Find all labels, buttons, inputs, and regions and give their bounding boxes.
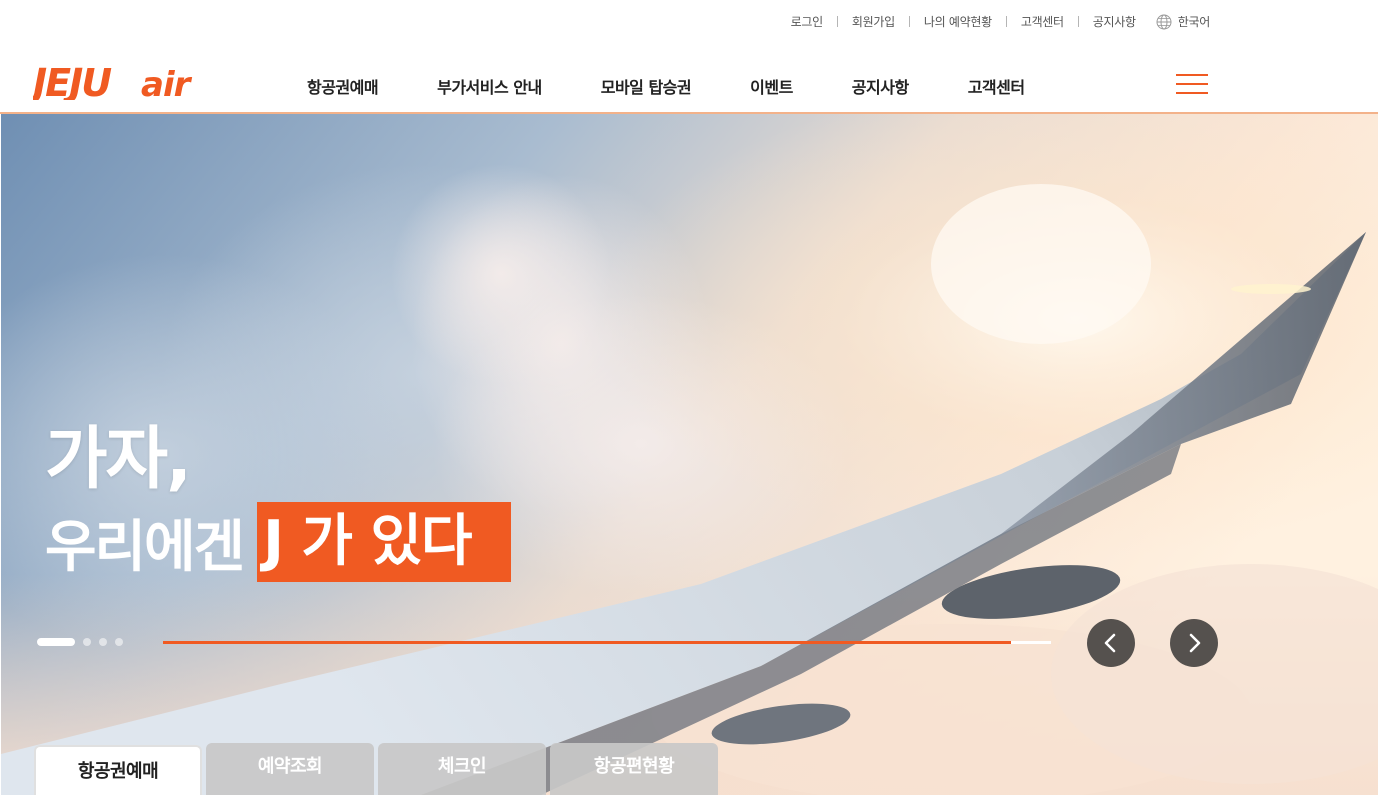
tab-flight-status[interactable]: 항공편현황 (550, 743, 718, 795)
divider (908, 16, 910, 27)
hamburger-line (1176, 83, 1208, 85)
language-selector[interactable]: 한국어 (1156, 13, 1210, 30)
notice-link-label: 공지사항 (1092, 15, 1136, 29)
gnb-menu: 항공권예매 부가서비스 안내 모바일 탑승권 이벤트 공지사항 고객센터 (307, 74, 1084, 98)
signup-link-label: 회원가입 (851, 15, 895, 29)
hero-headline-line2: 우리에겐 J 가 있다 (45, 502, 512, 582)
svg-text:JEJU: JEJU (33, 64, 112, 100)
slider-progress-fill (163, 641, 1012, 644)
tab-check-in[interactable]: 체크인 (378, 743, 546, 795)
login-link[interactable]: 로그인 (790, 13, 824, 30)
notice-link[interactable]: 공지사항 (1093, 13, 1136, 30)
nav-item-extra-services[interactable]: 부가서비스 안내 (437, 74, 542, 98)
slider-dot[interactable] (115, 638, 123, 646)
slider-pagination (37, 638, 131, 646)
jejuair-logo[interactable]: JEJU air (26, 61, 219, 105)
customer-center-link-label: 고객센터 (1020, 15, 1064, 29)
language-label: 한국어 (1177, 15, 1211, 29)
divider (1077, 16, 1079, 27)
login-link-label: 로그인 (790, 15, 824, 29)
hero-headline-highlight: J 가 있다 (257, 502, 512, 582)
signup-link[interactable]: 회원가입 (852, 13, 895, 30)
chevron-right-icon (1189, 633, 1201, 653)
divider (1005, 16, 1007, 27)
divider (836, 16, 838, 27)
my-reservation-link[interactable]: 나의 예약현황 (924, 13, 992, 30)
booking-tabs: 항공권예매 예약조회 체크인 항공편현황 (34, 743, 722, 795)
tab-booking[interactable]: 항공권예매 (34, 745, 202, 795)
hamburger-line (1176, 92, 1208, 94)
chevron-left-icon (1104, 633, 1116, 653)
slider-dot[interactable] (83, 638, 91, 646)
nav-item-event[interactable]: 이벤트 (750, 74, 793, 98)
globe-icon (1156, 14, 1172, 29)
hamburger-icon[interactable] (1176, 74, 1208, 96)
hero-headline: 가자, 우리에겐 J 가 있다 (45, 420, 512, 582)
nav-item-notice[interactable]: 공지사항 (852, 74, 909, 98)
slider-dot[interactable] (99, 638, 107, 646)
utility-links: 로그인 회원가입 나의 예약현황 고객센터 공지사항 한국어 (791, 13, 1210, 30)
nav-item-mobile-boarding-pass[interactable]: 모바일 탑승권 (601, 74, 692, 98)
customer-center-link[interactable]: 고객센터 (1021, 13, 1064, 30)
hero-headline-plain: 우리에겐 (45, 514, 245, 580)
nav-item-booking[interactable]: 항공권예매 (307, 74, 379, 98)
slider-progress-bar (163, 641, 1051, 644)
hero-banner: 가자, 우리에겐 J 가 있다 항공권예매 예약조회 체크인 항공편현황 (1, 114, 1378, 795)
slider-dot[interactable] (37, 638, 75, 646)
main-navigation: JEJU air 항공권예매 부가서비스 안내 모바일 탑승권 이벤트 공지사항… (0, 44, 1378, 114)
tab-reservation-lookup[interactable]: 예약조회 (206, 743, 374, 795)
nav-item-customer-center[interactable]: 고객센터 (968, 74, 1025, 98)
hamburger-line (1176, 74, 1208, 76)
utility-bar: 로그인 회원가입 나의 예약현황 고객센터 공지사항 한국어 (0, 0, 1378, 44)
my-reservation-link-label: 나의 예약현황 (923, 15, 992, 29)
slider-prev-button[interactable] (1087, 619, 1135, 667)
hero-headline-line1: 가자, (45, 420, 192, 499)
svg-text:air: air (141, 65, 193, 100)
slider-next-button[interactable] (1170, 619, 1218, 667)
